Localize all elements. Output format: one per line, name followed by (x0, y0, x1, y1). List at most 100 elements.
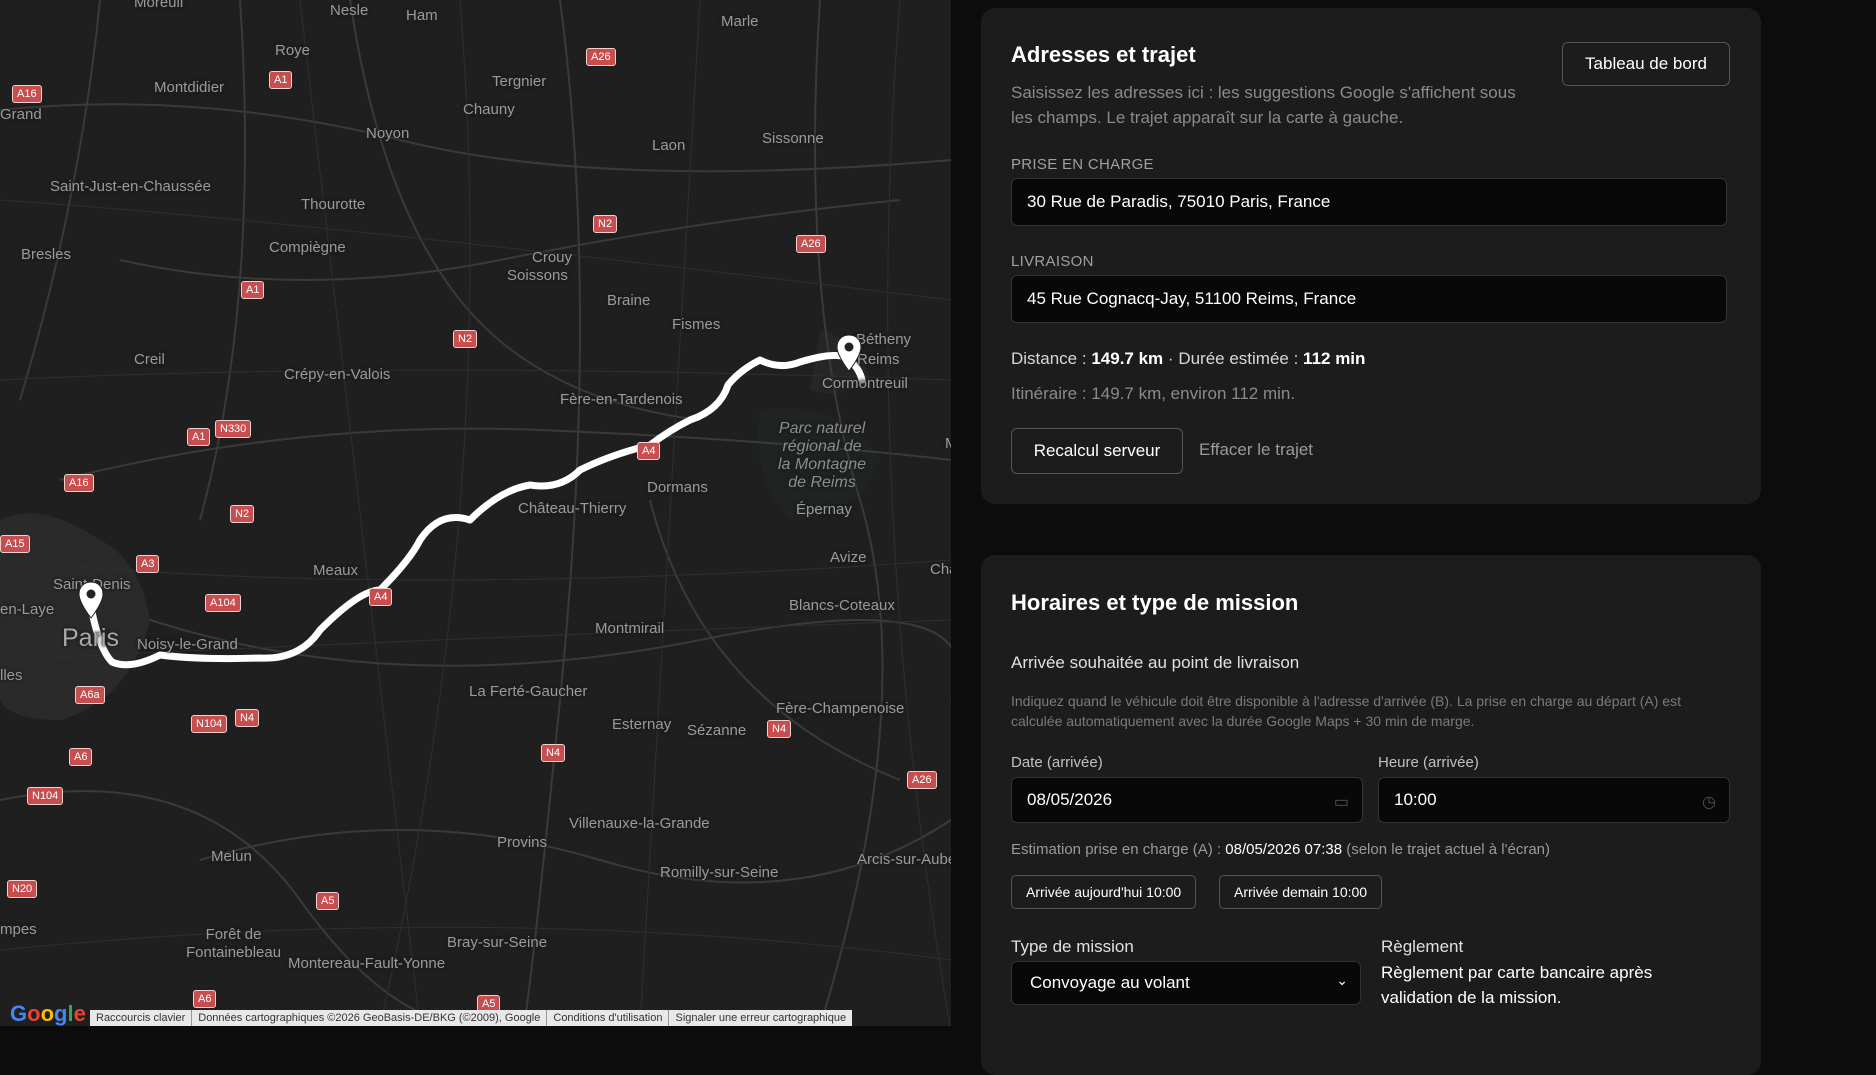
place-esternay: Esternay (612, 716, 672, 733)
chevron-down-icon: ⌄ (1336, 972, 1348, 988)
place-reims: Reims (857, 351, 900, 368)
place-paris: Paris (62, 624, 119, 652)
distance-value: 149.7 km (1091, 349, 1164, 368)
keyboard-shortcuts-link[interactable]: Raccourcis clavier (90, 1010, 191, 1026)
road-shield: N4 (767, 720, 792, 738)
place-chauny: Chauny (463, 101, 515, 118)
route-map[interactable]: Moreuil Nesle Ham Marle Roye Montdidier … (0, 0, 951, 1026)
place-lles: lles (0, 667, 23, 684)
pickup-address-input[interactable] (1011, 178, 1727, 226)
itinerary-text: Itinéraire : 149.7 km, environ 112 min. (1011, 384, 1296, 403)
place-melun: Melun (211, 848, 252, 865)
report-error-link[interactable]: Signaler une erreur cartographique (668, 1010, 852, 1026)
place-blancs-coteaux: Blancs-Coteaux (789, 597, 895, 614)
road-shield: A3 (136, 555, 160, 573)
road-shield: N330 (215, 420, 252, 438)
place-sissonne: Sissonne (762, 130, 824, 147)
place-montdidier: Montdidier (154, 79, 225, 96)
place-crouy: Crouy (532, 249, 573, 266)
end-marker-icon[interactable] (836, 334, 862, 372)
estimate-suffix: (selon le trajet actuel à l'écran) (1346, 841, 1551, 858)
place-fismes: Fismes (672, 316, 721, 333)
date-field[interactable]: ▭ (1011, 777, 1363, 823)
place-montmirail: Montmirail (595, 620, 665, 637)
estimate-value: 08/05/2026 07:38 (1225, 841, 1343, 858)
place-en-laye: en-Laye (0, 601, 55, 618)
place-crepy: Crépy-en-Valois (284, 366, 391, 383)
place-laon: Laon (652, 137, 686, 154)
google-logo: Google (10, 1001, 86, 1026)
place-braine: Braine (607, 292, 651, 309)
clock-icon[interactable]: ◷ (1702, 792, 1716, 812)
dashboard-button[interactable]: Tableau de bord (1562, 42, 1730, 86)
payment-text: Règlement par carte bancaire après valid… (1381, 963, 1653, 1007)
place-mpes: mpes (0, 921, 37, 938)
place-dormans: Dormans (647, 479, 708, 496)
road-shield: N4 (541, 744, 566, 762)
place-thourotte: Thourotte (301, 196, 366, 213)
arrival-time-input[interactable] (1378, 777, 1730, 823)
estimate-prefix: Estimation prise en charge (A) : (1011, 841, 1222, 858)
place-tergnier: Tergnier (492, 73, 547, 90)
road-shield: A104 (205, 594, 241, 612)
terms-link[interactable]: Conditions d'utilisation (546, 1010, 668, 1026)
schedule-card: Horaires et type de mission Arrivée souh… (981, 555, 1761, 1075)
place-fere-champenoise: Fère-Champenoise (776, 700, 905, 717)
road-shield: N20 (7, 880, 38, 898)
map-attribution: Raccourcis clavier Données cartographiqu… (90, 1010, 853, 1026)
server-recalc-button[interactable]: Recalcul serveur (1011, 428, 1183, 474)
address-card: Adresses et trajet Tableau de bord Saisi… (981, 8, 1761, 504)
place-marle: Marle (721, 13, 759, 30)
place-romilly: Romilly-sur-Seine (660, 864, 779, 881)
place-bray: Bray-sur-Seine (447, 934, 548, 951)
place-bresles: Bresles (21, 246, 72, 263)
place-fontainebleau: Forêt de Fontainebleau (186, 926, 282, 961)
road-shield: N104 (191, 715, 228, 733)
arrival-tomorrow-button[interactable]: Arrivée demain 10:00 (1219, 875, 1383, 909)
arrival-heading: Arrivée souhaitée au point de livraison (1011, 653, 1300, 672)
road-shield: N2 (453, 330, 478, 348)
start-marker-icon[interactable] (78, 581, 104, 619)
schedule-card-title: Horaires et type de mission (1011, 590, 1299, 615)
road-shield: A4 (369, 588, 393, 606)
delivery-label: LIVRAISON (1011, 253, 1094, 270)
road-shield: A1 (187, 428, 211, 446)
place-meaux: Meaux (313, 562, 359, 579)
place-saint-just: Saint-Just-en-Chaussée (50, 178, 211, 195)
place-noyon: Noyon (366, 125, 410, 142)
calendar-icon[interactable]: ▭ (1334, 792, 1349, 812)
summary-separator: · (1167, 349, 1174, 368)
mission-type-select[interactable]: Convoyage au volant ⌄ (1011, 961, 1361, 1005)
arrival-date-input[interactable] (1011, 777, 1363, 823)
time-field[interactable]: ◷ (1378, 777, 1730, 823)
place-noisy: Noisy-le-Grand (137, 636, 238, 653)
place-arcis: Arcis-sur-Aube (857, 851, 951, 868)
place-ham: Ham (406, 7, 438, 24)
mission-type-value: Convoyage au volant (1030, 973, 1190, 992)
place-nesle: Nesle (330, 2, 369, 19)
map-footer: Google Raccourcis clavier Données cartog… (0, 1002, 951, 1026)
arrival-help-text: Indiquez quand le véhicule doit être dis… (1011, 693, 1681, 729)
clear-route-link[interactable]: Effacer le trajet (1199, 440, 1313, 460)
place-cha-edge: Cha (930, 561, 951, 578)
place-cormontreuil: Cormontreuil (822, 375, 908, 392)
place-fere-tardenois: Fère-en-Tardenois (560, 391, 683, 408)
place-compiegne: Compiègne (269, 239, 346, 256)
place-provins: Provins (497, 834, 548, 851)
place-sezanne: Sézanne (687, 722, 747, 739)
payment-label: Règlement (1381, 937, 1464, 956)
place-roye: Roye (275, 42, 311, 59)
date-label: Date (arrivée) (1011, 754, 1103, 771)
road-shield: A6a (75, 686, 105, 704)
road-shield: N2 (593, 215, 618, 233)
place-grand: Grand (0, 106, 42, 123)
place-park-montagne-reims: Parc naturel régional de la Montagne de … (778, 420, 867, 491)
pickup-label: PRISE EN CHARGE (1011, 156, 1154, 173)
mission-type-label: Type de mission (1011, 937, 1134, 956)
place-soissons: Soissons (507, 267, 568, 284)
route-line (88, 352, 866, 669)
delivery-address-input[interactable] (1011, 275, 1727, 323)
road-shield: N104 (27, 787, 64, 805)
place-montereau: Montereau-Fault-Yonne (288, 955, 446, 972)
arrival-today-button[interactable]: Arrivée aujourd'hui 10:00 (1011, 875, 1197, 909)
